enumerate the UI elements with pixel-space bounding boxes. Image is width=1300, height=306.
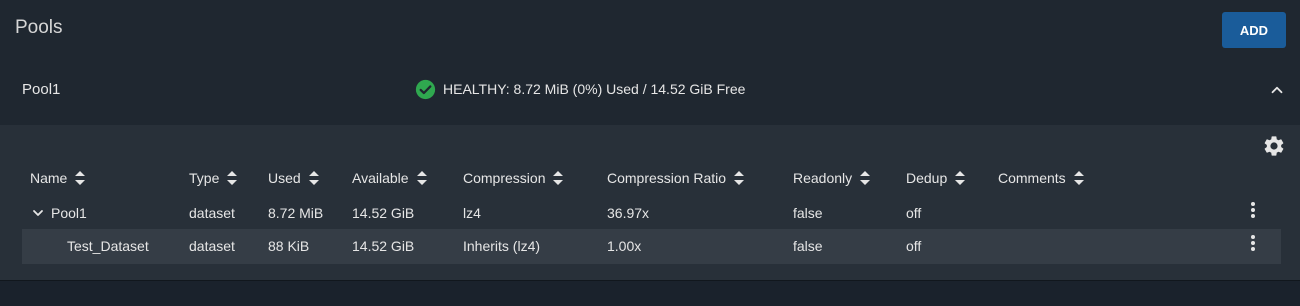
add-button[interactable]: ADD (1222, 12, 1286, 48)
datasets-panel: Name Type Used Available Compression Com… (0, 125, 1300, 281)
column-header-name[interactable]: Name (30, 170, 86, 186)
column-header-compression[interactable]: Compression (463, 170, 564, 186)
cell-available: 14.52 GiB (352, 238, 415, 254)
cell-used: 8.72 MiB (268, 205, 324, 221)
cell-available: 14.52 GiB (352, 205, 415, 221)
column-header-used[interactable]: Used (268, 170, 319, 186)
column-header-comments[interactable]: Comments (998, 170, 1084, 186)
cell-readonly: false (793, 205, 823, 221)
page-title: Pools (15, 17, 63, 38)
chevron-down-icon[interactable] (32, 207, 44, 219)
chevron-up-icon[interactable] (1268, 81, 1286, 99)
cell-compression: Inherits (lz4) (463, 238, 541, 254)
column-header-available[interactable]: Available (352, 170, 427, 186)
page-footer (0, 282, 1300, 306)
cell-name: Pool1 (51, 205, 87, 221)
sort-icon (227, 171, 238, 185)
cell-type: dataset (189, 238, 235, 254)
cell-dedup: off (906, 205, 922, 221)
table-row[interactable]: Test_Dataset dataset 88 KiB 14.52 GiB In… (22, 229, 1281, 264)
pool-status-text: HEALTHY: 8.72 MiB (0%) Used / 14.52 GiB … (443, 81, 746, 97)
page-header: Pools ADD (0, 0, 1300, 62)
more-vert-icon[interactable] (1248, 235, 1258, 253)
sort-icon (416, 171, 427, 185)
pool-header[interactable]: Pool1 HEALTHY: 8.72 MiB (0%) Used / 14.5… (0, 62, 1300, 125)
cell-name: Test_Dataset (67, 238, 149, 254)
sort-icon (75, 171, 86, 185)
sort-icon (308, 171, 319, 185)
cell-compression: lz4 (463, 205, 481, 221)
cell-type: dataset (189, 205, 235, 221)
table-row[interactable]: Pool1 dataset 8.72 MiB 14.52 GiB lz4 36.… (22, 196, 1281, 231)
column-header-dedup[interactable]: Dedup (906, 170, 966, 186)
cell-dedup: off (906, 238, 922, 254)
more-vert-icon[interactable] (1248, 202, 1258, 220)
sort-icon (860, 171, 871, 185)
sort-icon (955, 171, 966, 185)
sort-icon (734, 171, 745, 185)
cell-used: 88 KiB (268, 238, 310, 254)
check-circle-icon (415, 79, 436, 99)
sort-icon (1073, 171, 1084, 185)
column-header-readonly[interactable]: Readonly (793, 170, 871, 186)
cell-compression-ratio: 36.97x (607, 205, 650, 221)
pool-status: HEALTHY: 8.72 MiB (0%) Used / 14.52 GiB … (415, 78, 745, 100)
pool-name: Pool1 (22, 81, 61, 98)
column-header-compression-ratio[interactable]: Compression Ratio (607, 170, 745, 186)
cell-compression-ratio: 1.00x (607, 238, 642, 254)
column-header-type[interactable]: Type (189, 170, 238, 186)
gear-icon[interactable] (1262, 134, 1286, 158)
cell-readonly: false (793, 238, 823, 254)
sort-icon (553, 171, 564, 185)
